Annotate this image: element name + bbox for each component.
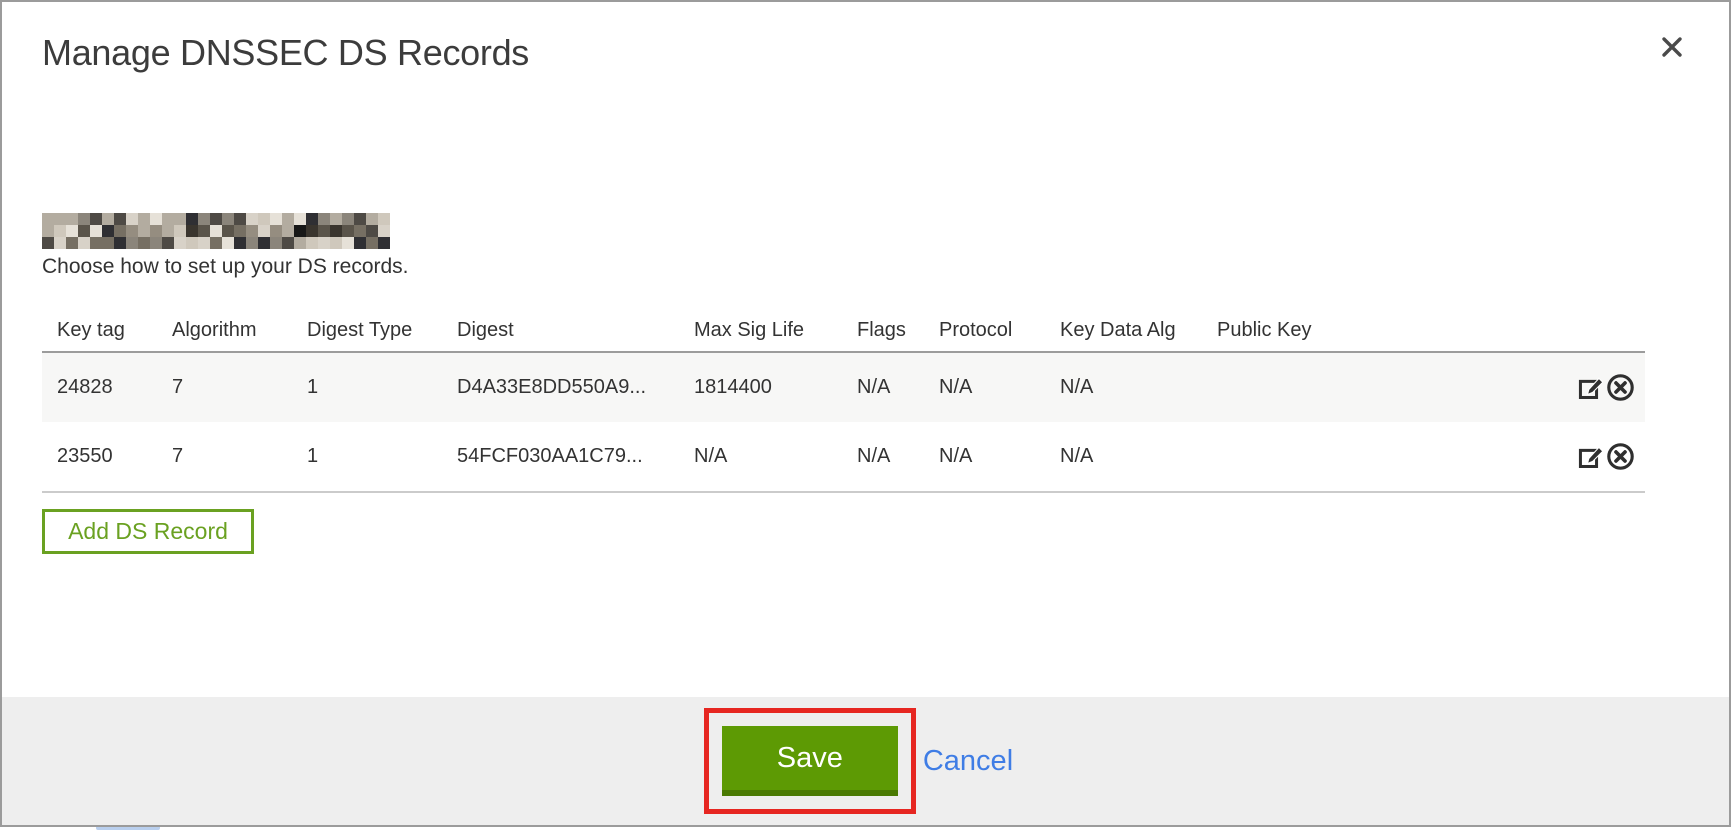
table-row: 235507154FCF030AA1C79...N/AN/AN/AN/A xyxy=(42,422,1645,492)
save-highlight-annotation: Save xyxy=(704,708,916,814)
row-actions xyxy=(1553,422,1645,492)
table-cell xyxy=(1217,352,1553,422)
footer-actions: Save Cancel xyxy=(704,708,1013,814)
table-cell: N/A xyxy=(1060,422,1217,492)
column-header-max-sig-life: Max Sig Life xyxy=(694,309,857,352)
edit-record-button[interactable] xyxy=(1577,373,1606,402)
column-header-key-data-alg: Key Data Alg xyxy=(1060,309,1217,352)
table-cell: 54FCF030AA1C79... xyxy=(457,422,694,492)
row-actions xyxy=(1553,352,1645,422)
table-header-row: Key tagAlgorithmDigest TypeDigestMax Sig… xyxy=(42,309,1645,352)
table-cell: N/A xyxy=(1060,352,1217,422)
table-cell: 7 xyxy=(172,352,307,422)
redacted-domain-name xyxy=(42,213,390,249)
close-button[interactable] xyxy=(1659,34,1685,60)
ds-records-table: Key tagAlgorithmDigest TypeDigestMax Sig… xyxy=(42,309,1645,493)
table-cell: N/A xyxy=(857,352,939,422)
column-header-key-tag: Key tag xyxy=(42,309,172,352)
table-cell: 7 xyxy=(172,422,307,492)
setup-instruction-text: Choose how to set up your DS records. xyxy=(42,255,1689,279)
circle-x-icon xyxy=(1606,390,1635,405)
edit-pencil-square-icon xyxy=(1577,459,1606,474)
table-cell: N/A xyxy=(694,422,857,492)
edit-record-button[interactable] xyxy=(1577,442,1606,471)
edit-pencil-square-icon xyxy=(1577,390,1606,405)
delete-record-button[interactable] xyxy=(1606,373,1635,402)
dnssec-dialog: Manage DNSSEC DS Records Choose how to s… xyxy=(0,0,1731,827)
table-row: 2482871D4A33E8DD550A9...1814400N/AN/AN/A xyxy=(42,352,1645,422)
delete-record-button[interactable] xyxy=(1606,442,1635,471)
column-header-digest: Digest xyxy=(457,309,694,352)
circle-x-icon xyxy=(1606,459,1635,474)
table-cell: 24828 xyxy=(42,352,172,422)
table-cell: 23550 xyxy=(42,422,172,492)
table-cell xyxy=(1217,422,1553,492)
column-header-algorithm: Algorithm xyxy=(172,309,307,352)
table-cell: 1 xyxy=(307,352,457,422)
table-cell: D4A33E8DD550A9... xyxy=(457,352,694,422)
dialog-content: Manage DNSSEC DS Records Choose how to s… xyxy=(2,2,1729,697)
table-cell: N/A xyxy=(939,352,1060,422)
table-cell: N/A xyxy=(857,422,939,492)
table-cell: 1 xyxy=(307,422,457,492)
dialog-title: Manage DNSSEC DS Records xyxy=(42,32,1689,74)
column-header-flags: Flags xyxy=(857,309,939,352)
cancel-link[interactable]: Cancel xyxy=(923,745,1013,778)
table-cell: N/A xyxy=(939,422,1060,492)
column-header-digest-type: Digest Type xyxy=(307,309,457,352)
column-header-protocol: Protocol xyxy=(939,309,1060,352)
table-cell: 1814400 xyxy=(694,352,857,422)
save-button[interactable]: Save xyxy=(722,726,898,796)
dialog-footer: Save Cancel xyxy=(2,697,1729,825)
close-icon xyxy=(1659,48,1685,63)
column-header-public-key: Public Key xyxy=(1217,309,1553,352)
column-header-actions xyxy=(1553,309,1645,352)
add-ds-record-button[interactable]: Add DS Record xyxy=(42,509,254,554)
